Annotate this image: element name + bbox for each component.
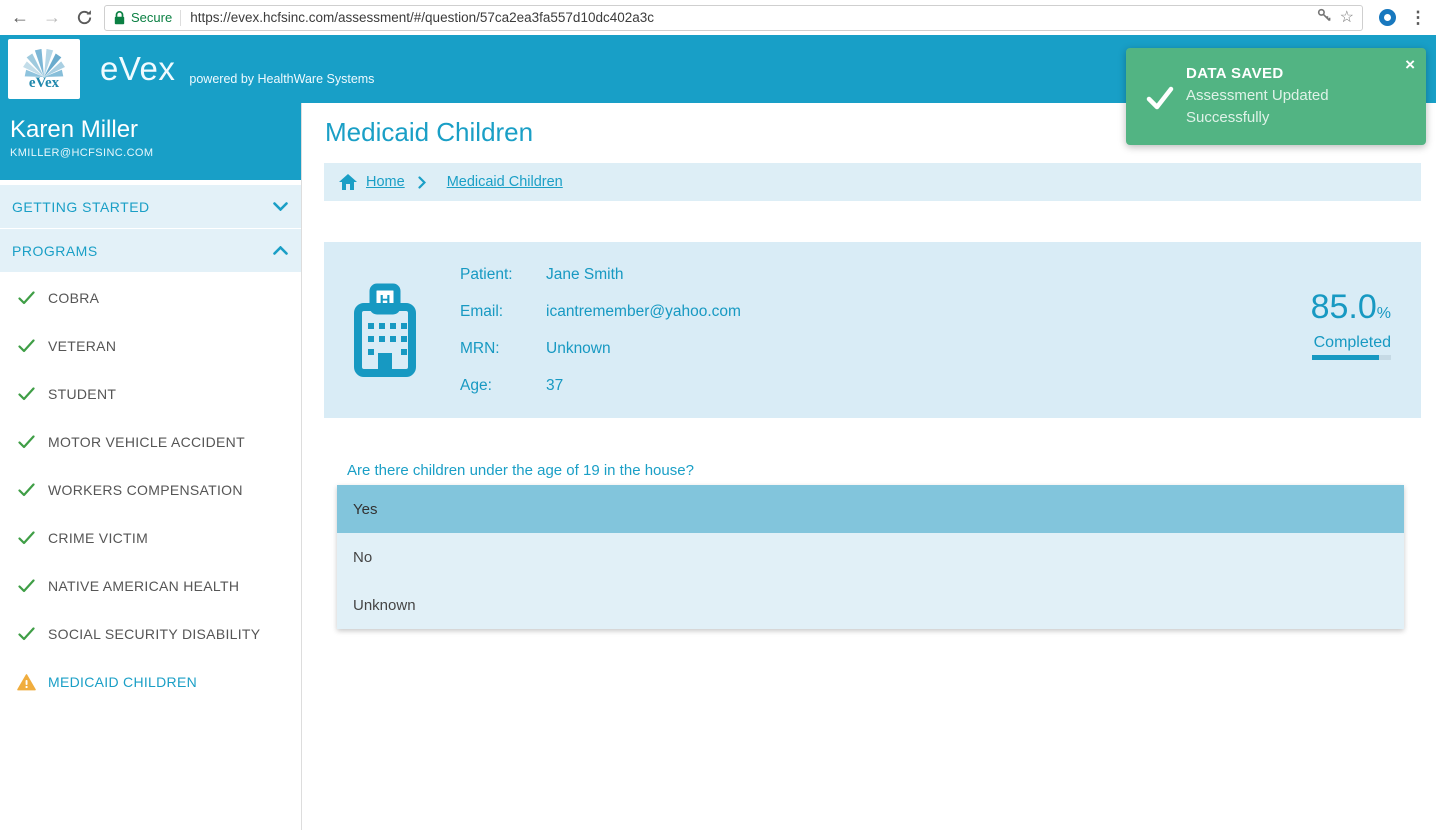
question-text: Are there children under the age of 19 i… [347,462,1421,479]
field-value: Unknown [546,340,611,358]
field-value: Jane Smith [546,266,624,284]
main-content: Medicaid Children Home Medicaid Children… [302,103,1436,830]
patient-row: MRN: Unknown [460,330,1311,367]
password-key-icon[interactable] [1317,8,1332,27]
check-icon [15,483,37,497]
sidebar-sections: GETTING STARTED PROGRAMS [0,185,301,273]
check-icon [15,579,37,593]
toast-notification: DATA SAVED Assessment Updated Successful… [1126,48,1426,145]
progress-percent: 85.0% [1311,289,1391,332]
progress-summary: 85.0% Completed [1311,289,1391,360]
check-icon [15,531,37,545]
field-label: Patient: [460,266,546,284]
option-yes[interactable]: Yes [337,485,1404,533]
warning-icon [15,674,37,691]
patient-row: Patient: Jane Smith [460,256,1311,293]
sidebar-item-student[interactable]: STUDENT [0,370,301,418]
toast-close-icon[interactable]: × [1405,56,1415,73]
user-email: KMILLER@HCFSINC.COM [10,147,291,159]
chevron-up-icon [273,246,288,255]
sidebar: Karen Miller KMILLER@HCFSINC.COM GETTING… [0,103,302,830]
secure-lock-icon [113,10,126,26]
user-name: Karen Miller [10,116,291,144]
field-value: 37 [546,377,563,395]
option-no[interactable]: No [337,533,1404,581]
browser-extension-icon[interactable] [1379,9,1396,26]
address-bar[interactable]: Secure https://evex.hcfsinc.com/assessme… [104,5,1363,31]
breadcrumb-separator-icon [418,176,426,189]
section-label: PROGRAMS [12,243,98,259]
refresh-icon[interactable] [68,3,100,33]
chevron-down-icon [273,202,288,211]
breadcrumb-current-link[interactable]: Medicaid Children [447,174,563,190]
sidebar-item-medicaid-children[interactable]: MEDICAID CHILDREN [0,658,301,706]
program-label: MOTOR VEHICLE ACCIDENT [48,434,245,450]
patient-row: Email: icantremember@yahoo.com [460,293,1311,330]
refresh-icon-glyph [76,9,93,26]
evex-logo[interactable]: eVex [8,39,80,99]
check-icon [15,627,37,641]
progress-label: Completed [1314,334,1391,352]
field-label: MRN: [460,340,546,358]
brand-title: eVex [100,50,175,88]
check-icon [15,291,37,305]
program-label: WORKERS COMPENSATION [48,482,243,498]
patient-card: H Patient: Jane Smith Email: icantrememb… [324,242,1421,418]
url-text[interactable]: https://evex.hcfsinc.com/assessment/#/qu… [190,10,1308,25]
check-icon [15,435,37,449]
percent-sign: % [1377,305,1391,322]
field-label: Age: [460,377,546,395]
home-icon [339,174,357,190]
toast-message: Assessment Updated Successfully [1186,85,1366,129]
bookmark-star-icon[interactable]: ☆ [1340,10,1354,26]
program-label: VETERAN [48,338,116,354]
program-label: SOCIAL SECURITY DISABILITY [48,626,260,642]
program-label: STUDENT [48,386,116,402]
breadcrumb-home-link[interactable]: Home [366,174,405,190]
page-body: Karen Miller KMILLER@HCFSINC.COM GETTING… [0,103,1436,830]
evex-logo-text: eVex [29,75,59,92]
option-unknown[interactable]: Unknown [337,581,1404,629]
section-label: GETTING STARTED [12,199,150,215]
forward-icon[interactable]: → [36,3,68,33]
hospital-icon: H [351,283,419,377]
sidebar-item-social-security-disability[interactable]: SOCIAL SECURITY DISABILITY [0,610,301,658]
browser-toolbar: ← → Secure https://evex.hcfsinc.com/asse… [0,0,1436,35]
programs-list: COBRA VETERAN STUDENT MOTOR VEHICLE ACCI… [0,273,301,706]
check-icon [15,339,37,353]
sidebar-section-programs[interactable]: PROGRAMS [0,229,301,273]
progress-bar [1312,355,1391,360]
check-icon [15,387,37,401]
field-value: icantremember@yahoo.com [546,303,741,321]
sidebar-item-motor-vehicle-accident[interactable]: MOTOR VEHICLE ACCIDENT [0,418,301,466]
secure-label: Secure [131,10,172,25]
program-label: CRIME VICTIM [48,530,148,546]
sidebar-item-native-american-health[interactable]: NATIVE AMERICAN HEALTH [0,562,301,610]
back-icon[interactable]: ← [4,3,36,33]
powered-by-text: powered by HealthWare Systems [189,72,374,86]
sidebar-item-veteran[interactable]: VETERAN [0,322,301,370]
sidebar-item-crime-victim[interactable]: CRIME VICTIM [0,514,301,562]
toast-title: DATA SAVED [1186,65,1414,82]
sidebar-section-getting-started[interactable]: GETTING STARTED [0,185,301,229]
progress-bar-fill [1312,355,1379,360]
browser-menu-icon[interactable]: ⋮ [1406,8,1430,28]
sidebar-item-workers-compensation[interactable]: WORKERS COMPENSATION [0,466,301,514]
program-label: NATIVE AMERICAN HEALTH [48,578,239,594]
patient-fields: Patient: Jane Smith Email: icantremember… [460,256,1311,404]
sidebar-item-cobra[interactable]: COBRA [0,274,301,322]
toast-body: DATA SAVED Assessment Updated Successful… [1180,65,1414,131]
program-label: MEDICAID CHILDREN [48,674,197,690]
toast-check-icon [1140,65,1180,131]
answer-options: Yes No Unknown [337,485,1404,629]
field-label: Email: [460,303,546,321]
key-icon-glyph [1317,8,1332,23]
user-block: Karen Miller KMILLER@HCFSINC.COM [0,103,301,180]
breadcrumb: Home Medicaid Children [324,163,1421,201]
program-label: COBRA [48,290,99,306]
patient-row: Age: 37 [460,367,1311,404]
url-separator [180,10,181,26]
